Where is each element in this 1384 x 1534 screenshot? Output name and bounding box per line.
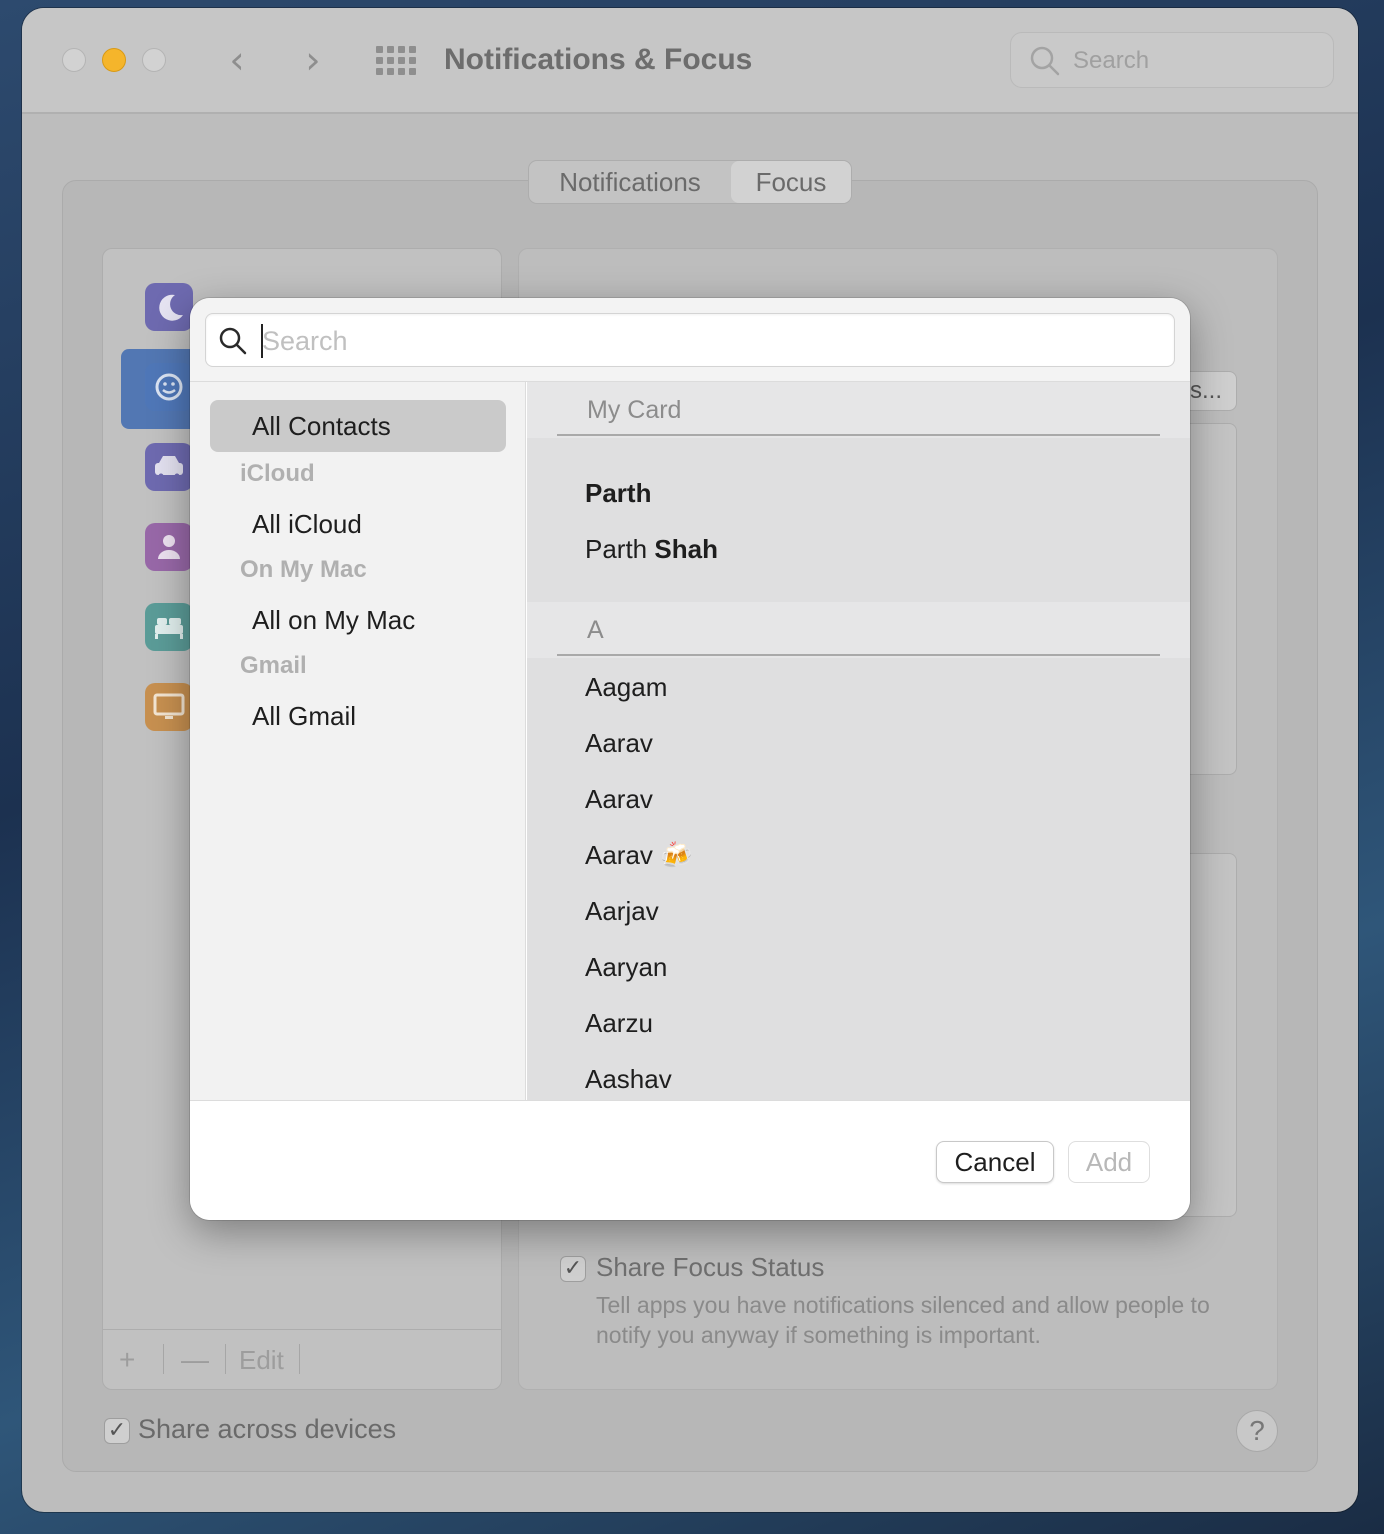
section-header-a: A xyxy=(527,602,1190,658)
contact-first-name: Parth xyxy=(585,478,652,508)
close-window-button[interactable] xyxy=(62,48,86,72)
group-header-on-my-mac: On My Mac xyxy=(240,556,367,583)
edit-focus-button[interactable]: Edit xyxy=(239,1340,284,1380)
contact-groups-list: All Contacts iCloud All iCloud On My Mac… xyxy=(190,382,526,1100)
contact-row[interactable]: Aarav xyxy=(585,726,653,760)
contact-row[interactable]: Aagam xyxy=(585,670,667,704)
toolbar-divider xyxy=(225,1344,226,1374)
section-divider xyxy=(557,654,1160,656)
moon-icon[interactable] xyxy=(145,283,193,331)
tab-control: Notifications Focus xyxy=(528,160,852,204)
contact-picker-sheet: All Contacts iCloud All iCloud On My Mac… xyxy=(190,298,1190,1220)
show-all-grid-icon[interactable] xyxy=(376,46,416,76)
cancel-button[interactable]: Cancel xyxy=(936,1141,1054,1183)
toolbar-divider xyxy=(163,1344,164,1374)
contact-row[interactable]: Aaryan xyxy=(585,950,667,984)
group-all-gmail[interactable]: All Gmail xyxy=(210,690,506,742)
preferences-search-field[interactable]: Search xyxy=(1010,32,1334,88)
section-header-my-card: My Card xyxy=(527,382,1190,438)
section-label: My Card xyxy=(587,396,682,424)
focus-list-toolbar: + — Edit xyxy=(103,1329,501,1389)
person-icon[interactable] xyxy=(145,523,193,571)
contact-search-bar xyxy=(190,298,1190,382)
car-icon[interactable] xyxy=(145,443,193,491)
contact-first-name: Parth xyxy=(585,534,648,564)
search-placeholder: Search xyxy=(1073,47,1150,74)
contact-row[interactable]: Aarzu xyxy=(585,1006,653,1040)
contacts-list: My Card Parth Parth Shah A Aagam Aarav A… xyxy=(527,382,1190,1100)
zoom-window-button[interactable] xyxy=(142,48,166,72)
search-icon xyxy=(219,327,247,355)
add-focus-button[interactable]: + xyxy=(119,1340,135,1380)
tab-focus[interactable]: Focus xyxy=(731,161,851,203)
share-across-devices-label: Share across devices xyxy=(138,1414,397,1444)
contact-search-input[interactable] xyxy=(262,322,1142,360)
title-bar: ‹ › Notifications & Focus Search xyxy=(22,8,1358,114)
smiley-icon[interactable] xyxy=(145,363,193,411)
contact-row[interactable]: Parth xyxy=(585,476,651,510)
contact-search-field[interactable] xyxy=(205,313,1175,367)
group-header-gmail: Gmail xyxy=(240,652,307,679)
remove-focus-button[interactable]: — xyxy=(181,1340,209,1380)
group-all-contacts[interactable]: All Contacts xyxy=(210,400,506,452)
contact-row[interactable]: Aashav xyxy=(585,1062,672,1096)
help-button[interactable]: ? xyxy=(1236,1410,1278,1452)
share-across-devices-checkbox[interactable]: ✓ xyxy=(104,1418,130,1444)
section-label: A xyxy=(587,616,604,644)
group-all-on-my-mac[interactable]: All on My Mac xyxy=(210,594,506,646)
tab-notifications[interactable]: Notifications xyxy=(529,161,731,203)
share-focus-status-label: Share Focus Status xyxy=(596,1252,825,1282)
contact-row[interactable]: Aarav xyxy=(585,782,653,816)
add-button[interactable]: Add xyxy=(1068,1141,1150,1183)
search-icon xyxy=(1030,46,1060,76)
section-divider xyxy=(557,434,1160,436)
sheet-button-bar: Cancel Add xyxy=(190,1100,1190,1220)
share-focus-status-checkbox[interactable]: ✓ xyxy=(560,1256,586,1282)
contact-last-name: Shah xyxy=(654,534,718,564)
bed-icon[interactable] xyxy=(145,603,193,651)
share-focus-status-description: Tell apps you have notifications silence… xyxy=(596,1292,1210,1348)
monitor-icon[interactable] xyxy=(145,683,193,731)
contact-row[interactable]: Parth Shah xyxy=(585,532,718,566)
minimize-window-button[interactable] xyxy=(102,48,126,72)
window-title: Notifications & Focus xyxy=(444,43,753,76)
back-arrow-icon[interactable]: ‹ xyxy=(222,40,252,80)
group-all-icloud[interactable]: All iCloud xyxy=(210,498,506,550)
contact-row[interactable]: Aarav 🍻 xyxy=(585,838,693,872)
toolbar-divider xyxy=(299,1344,300,1374)
group-header-icloud: iCloud xyxy=(240,460,315,487)
contact-row[interactable]: Aarjav xyxy=(585,894,659,928)
forward-arrow-icon[interactable]: › xyxy=(298,40,328,80)
